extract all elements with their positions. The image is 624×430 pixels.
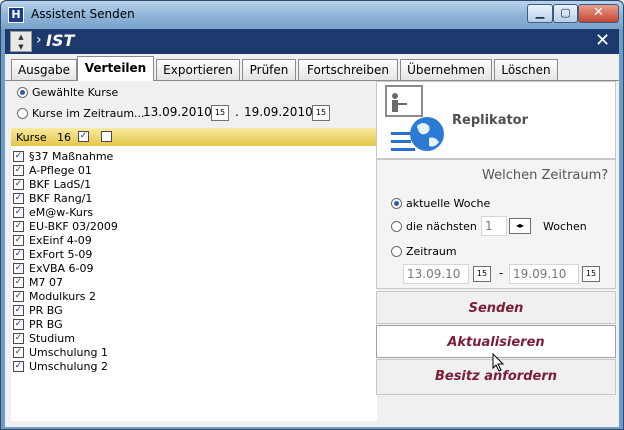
item-checkbox[interactable]: ✓ — [13, 151, 24, 162]
date-from-field[interactable]: 13.09.2010 — [143, 105, 212, 119]
calendar-icon[interactable]: 15 — [473, 266, 491, 282]
calendar-icon[interactable]: 15 — [582, 266, 600, 282]
label-courses-range: Kurse im Zeitraum... — [32, 107, 145, 120]
radio-courses-range[interactable] — [17, 108, 28, 119]
tab-pruefen[interactable]: Prüfen — [242, 59, 296, 80]
maximize-button[interactable]: ▢ — [553, 4, 578, 23]
date-to-field[interactable]: 19.09.2010 — [244, 105, 313, 119]
tab-verteilen[interactable]: Verteilen — [77, 56, 154, 81]
kurse-count: 16 — [57, 131, 71, 144]
kurse-header: Kurse 16 ✓ — [11, 128, 377, 146]
item-checkbox[interactable]: ✓ — [13, 333, 24, 344]
calendar-icon[interactable]: 15 — [211, 105, 229, 121]
radio-current-week[interactable] — [391, 198, 402, 209]
item-checkbox[interactable]: ✓ — [13, 305, 24, 316]
label-range: Zeitraum — [406, 245, 457, 258]
replikator-title: Replikator — [452, 113, 529, 128]
label-current-week: aktuelle Woche — [406, 197, 491, 210]
label-weeks: Wochen — [543, 220, 587, 233]
stepper-arrows-icon[interactable]: ◂▸ — [509, 218, 531, 234]
cursor-icon — [492, 353, 505, 372]
item-checkbox[interactable]: ✓ — [13, 263, 24, 274]
period-question: Welchen Zeitraum? — [482, 168, 609, 183]
item-checkbox[interactable]: ✓ — [13, 193, 24, 204]
app-icon: H — [8, 7, 24, 23]
date-separator: . — [235, 105, 239, 119]
radio-next-weeks[interactable] — [391, 221, 402, 232]
select-all-checkbox[interactable]: ✓ — [78, 131, 89, 142]
replikator-panel: Replikator — [376, 81, 616, 159]
chevron-right-icon: › — [36, 32, 42, 48]
weeks-input[interactable]: 1 — [481, 216, 507, 236]
item-checkbox[interactable]: ✓ — [13, 179, 24, 190]
item-checkbox[interactable]: ✓ — [13, 235, 24, 246]
item-checkbox[interactable]: ✓ — [13, 221, 24, 232]
minimize-button[interactable]: ▁ — [527, 4, 553, 23]
radio-selected-courses[interactable] — [17, 87, 28, 98]
replikator-icon — [385, 85, 444, 151]
send-button[interactable]: Senden — [376, 291, 616, 324]
calendar-icon[interactable]: 15 — [312, 105, 330, 121]
window-title: Assistent Senden — [31, 7, 135, 21]
close-window-button[interactable]: ✕ — [578, 4, 619, 23]
spin-up-icon[interactable]: ▲ — [11, 32, 31, 42]
kurse-label: Kurse — [16, 131, 47, 144]
item-checkbox[interactable]: ✓ — [13, 291, 24, 302]
range-from-field[interactable]: 13.09.10 — [403, 264, 469, 284]
tab-exportieren[interactable]: Exportieren — [156, 59, 240, 80]
title-bar[interactable]: H Assistent Senden ▁ ▢ ✕ — [1, 1, 623, 29]
range-separator: - — [499, 266, 504, 280]
close-icon[interactable]: ✕ — [595, 30, 610, 51]
label-next-weeks: die nächsten — [406, 220, 477, 233]
client-area: ▲ ▼ › IST ✕ Ausgabe Verteilen Exportiere… — [5, 29, 619, 427]
item-checkbox[interactable]: ✓ — [13, 347, 24, 358]
application-window: H Assistent Senden ▁ ▢ ✕ ▲ ▼ › IST ✕ Aus… — [0, 0, 624, 430]
spinner-control[interactable]: ▲ ▼ — [10, 31, 32, 52]
course-list: ✓ §37 Maßnahme ✓ A-Pflege 01 ✓ BKF LadS/1 ✓… — [11, 146, 377, 421]
ist-header: ▲ ▼ › IST ✕ — [5, 29, 619, 54]
tab-uebernehmen[interactable]: Übernehmen — [400, 59, 492, 80]
item-checkbox[interactable]: ✓ — [13, 361, 24, 372]
deselect-all-checkbox[interactable] — [101, 131, 112, 142]
range-to-field[interactable]: 19.09.10 — [509, 264, 579, 284]
item-checkbox[interactable]: ✓ — [13, 207, 24, 218]
item-checkbox[interactable]: ✓ — [13, 277, 24, 288]
period-panel: Welchen Zeitraum? aktuelle Woche die näc… — [376, 159, 616, 289]
radio-range[interactable] — [391, 246, 402, 257]
ist-title: IST — [46, 31, 75, 50]
item-checkbox[interactable]: ✓ — [13, 249, 24, 260]
label-selected-courses: Gewählte Kurse — [32, 86, 119, 99]
item-checkbox[interactable]: ✓ — [13, 165, 24, 176]
tab-ausgabe[interactable]: Ausgabe — [11, 59, 77, 80]
spin-down-icon[interactable]: ▼ — [11, 42, 31, 52]
item-checkbox[interactable]: ✓ — [13, 319, 24, 330]
tab-loeschen[interactable]: Löschen — [494, 59, 558, 80]
tab-fortschreiben[interactable]: Fortschreiben — [298, 59, 398, 80]
